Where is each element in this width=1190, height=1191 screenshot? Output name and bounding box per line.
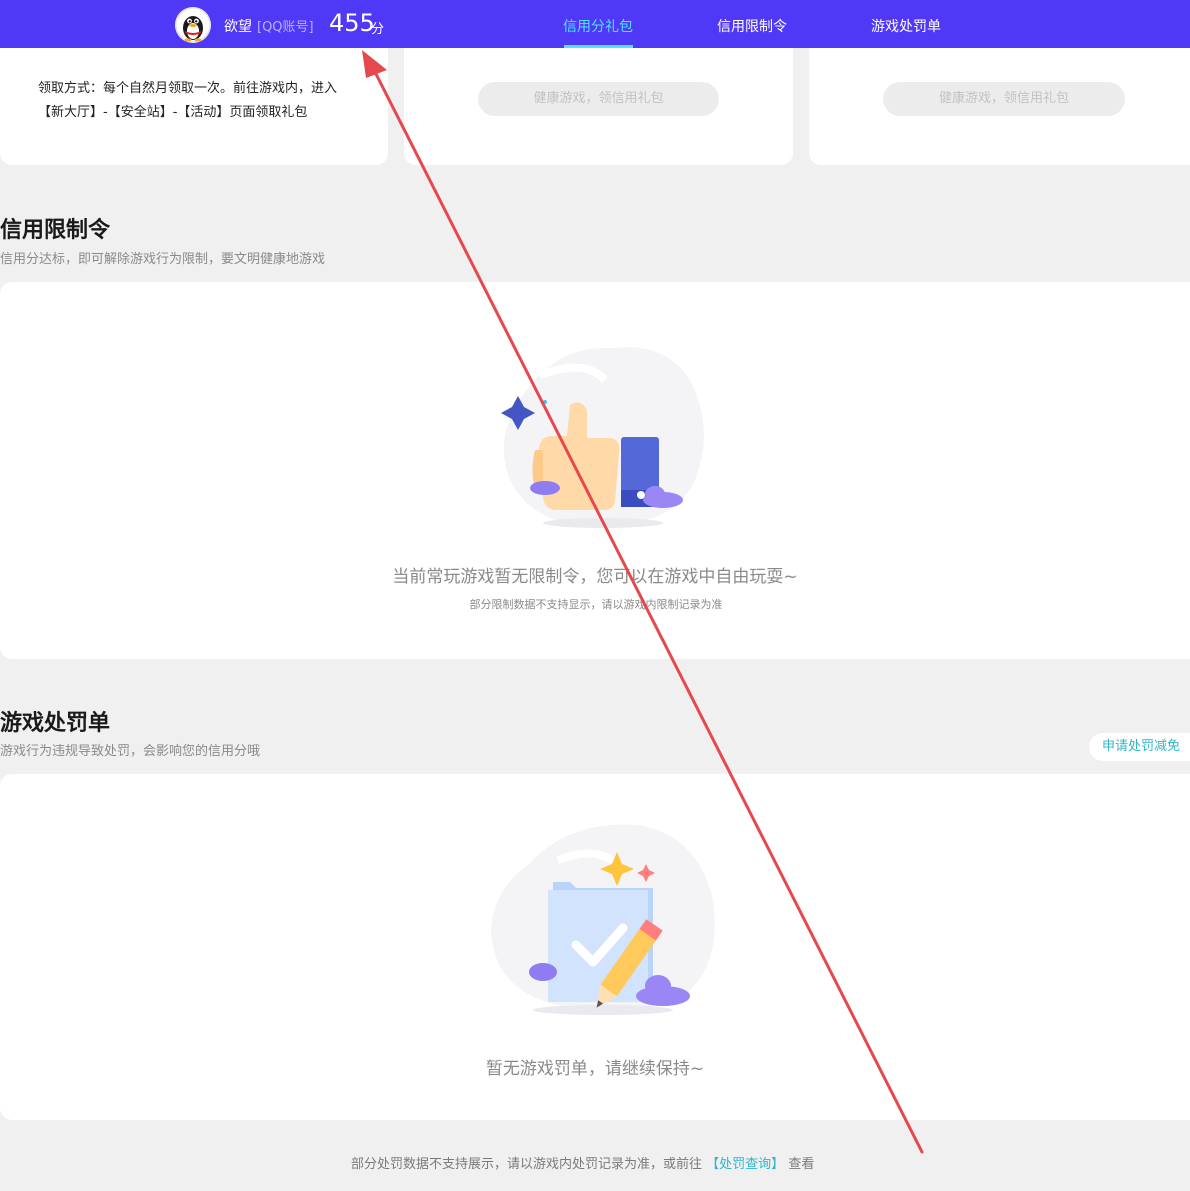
penalty-section-subtitle: 游戏行为违规导致处罚，会影响您的信用分哦 [0, 744, 261, 759]
penalty-empty-message: 暂无游戏罚单，请继续保持~ [485, 1059, 705, 1079]
qq-penguin-avatar-icon[interactable] [175, 7, 211, 43]
restriction-empty-message: 当前常玩游戏暂无限制令，您可以在游戏中自由玩耍~ [392, 567, 798, 587]
penalty-query-link[interactable]: 【处罚查询】 [706, 1157, 784, 1172]
checked-document-pencil-illustration [491, 824, 715, 1015]
gift-card-claim-info: 领取方式：每个自然月领取一次。前往游戏内，进入【新大厅】-【安全站】-【活动】页… [0, 30, 388, 165]
credit-score-unit: 分 [371, 22, 385, 37]
apply-penalty-reduction-button[interactable]: 申请处罚减免 [1089, 733, 1190, 761]
penalty-section-title: 游戏处罚单 [0, 711, 111, 736]
restriction-section-title: 信用限制令 [0, 218, 111, 243]
thumbs-up-illustration [501, 347, 704, 528]
footer-note: 部分处罚数据不支持展示，请以游戏内处罚记录为准，或前往 【处罚查询】 查看 [351, 1153, 814, 1172]
restriction-section-subtitle: 信用分达标，即可解除游戏行为限制，要文明健康地游戏 [0, 252, 326, 267]
tab-credit-restriction[interactable]: 信用限制令 [717, 16, 787, 36]
footer-note-text: 部分处罚数据不支持展示，请以游戏内处罚记录为准，或前往 [351, 1157, 703, 1172]
claim-gift-button[interactable]: 健康游戏，领信用礼包 [883, 82, 1125, 116]
account-type-label: [QQ账号] [257, 20, 314, 35]
top-header-bar: 欲望 [QQ账号] 455 分 信用分礼包 信用限制令 游戏处罚单 [0, 0, 1190, 48]
credit-score-value: 455 [329, 9, 375, 37]
footer-note-suffix: 查看 [788, 1157, 815, 1172]
tab-credit-gift[interactable]: 信用分礼包 [563, 16, 633, 36]
user-nickname: 欲望 [224, 19, 252, 35]
restriction-data-note: 部分限制数据不支持显示，请以游戏内限制记录为准 [469, 598, 723, 611]
gift-card-2: 健康游戏，领信用礼包 [404, 30, 793, 165]
tab-game-penalty[interactable]: 游戏处罚单 [871, 16, 941, 36]
active-tab-indicator [564, 45, 633, 48]
claim-method-text: 领取方式：每个自然月领取一次。前往游戏内，进入【新大厅】-【安全站】-【活动】页… [38, 81, 338, 120]
claim-gift-button[interactable]: 健康游戏，领信用礼包 [478, 82, 719, 116]
gift-card-3: 健康游戏，领信用礼包 [809, 30, 1190, 165]
